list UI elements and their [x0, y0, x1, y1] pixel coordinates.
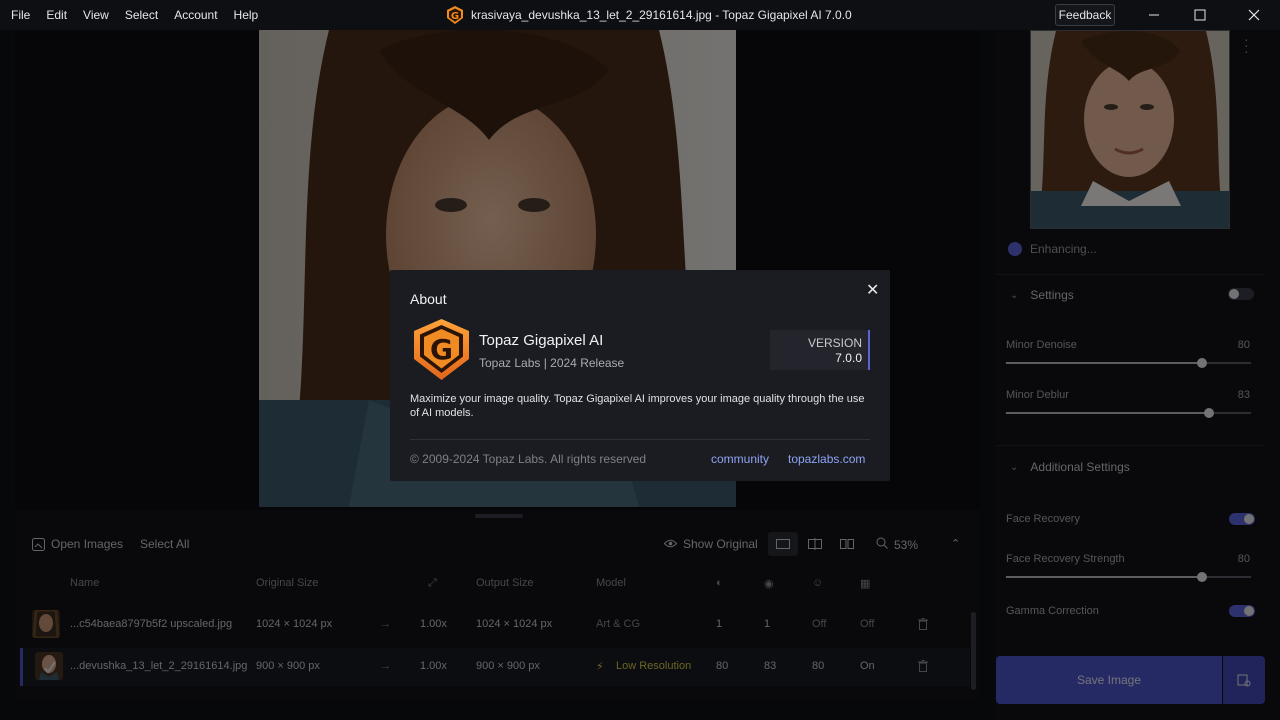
copyright-text: © 2009-2024 Topaz Labs. All rights reser…	[410, 452, 647, 466]
menu-account[interactable]: Account	[166, 8, 225, 22]
close-window-icon[interactable]	[1231, 0, 1277, 30]
version-label: VERSION	[807, 336, 862, 350]
window-title-text: krasivaya_devushka_13_let_2_29161614.jpg…	[471, 8, 852, 22]
product-subtitle: Topaz Labs | 2024 Release	[479, 356, 625, 370]
svg-text:G: G	[451, 11, 459, 22]
menu-bar: File Edit View Select Account Help	[0, 0, 266, 30]
feedback-button[interactable]: Feedback	[1055, 4, 1115, 26]
product-name: Topaz Gigapixel AI	[479, 332, 604, 349]
about-dialog-title: About	[410, 291, 447, 307]
product-description: Maximize your image quality. Topaz Gigap…	[410, 393, 865, 419]
menu-select[interactable]: Select	[117, 8, 166, 22]
topazlabs-link[interactable]: topazlabs.com	[788, 452, 865, 466]
maximize-icon[interactable]	[1177, 0, 1223, 30]
minimize-icon[interactable]	[1131, 0, 1177, 30]
gigapixel-logo-icon: G	[447, 6, 463, 24]
version-number: 7.0.0	[835, 351, 862, 365]
gigapixel-logo-icon: G	[414, 319, 469, 380]
close-icon[interactable]: ✕	[866, 280, 879, 300]
community-link[interactable]: community	[711, 452, 769, 466]
title-bar: File Edit View Select Account Help G kra…	[0, 0, 1280, 30]
app-window: File Edit View Select Account Help G kra…	[0, 0, 1280, 720]
version-box: VERSION 7.0.0	[770, 330, 870, 370]
menu-help[interactable]: Help	[226, 8, 267, 22]
window-title: G krasivaya_devushka_13_let_2_29161614.j…	[445, 5, 852, 25]
about-dialog: About ✕ G Topaz Gigapixel AI Topaz Labs …	[390, 270, 890, 481]
svg-text:G: G	[430, 333, 453, 366]
menu-file[interactable]: File	[3, 8, 38, 22]
divider	[410, 439, 870, 440]
menu-edit[interactable]: Edit	[38, 8, 75, 22]
menu-view[interactable]: View	[75, 8, 117, 22]
